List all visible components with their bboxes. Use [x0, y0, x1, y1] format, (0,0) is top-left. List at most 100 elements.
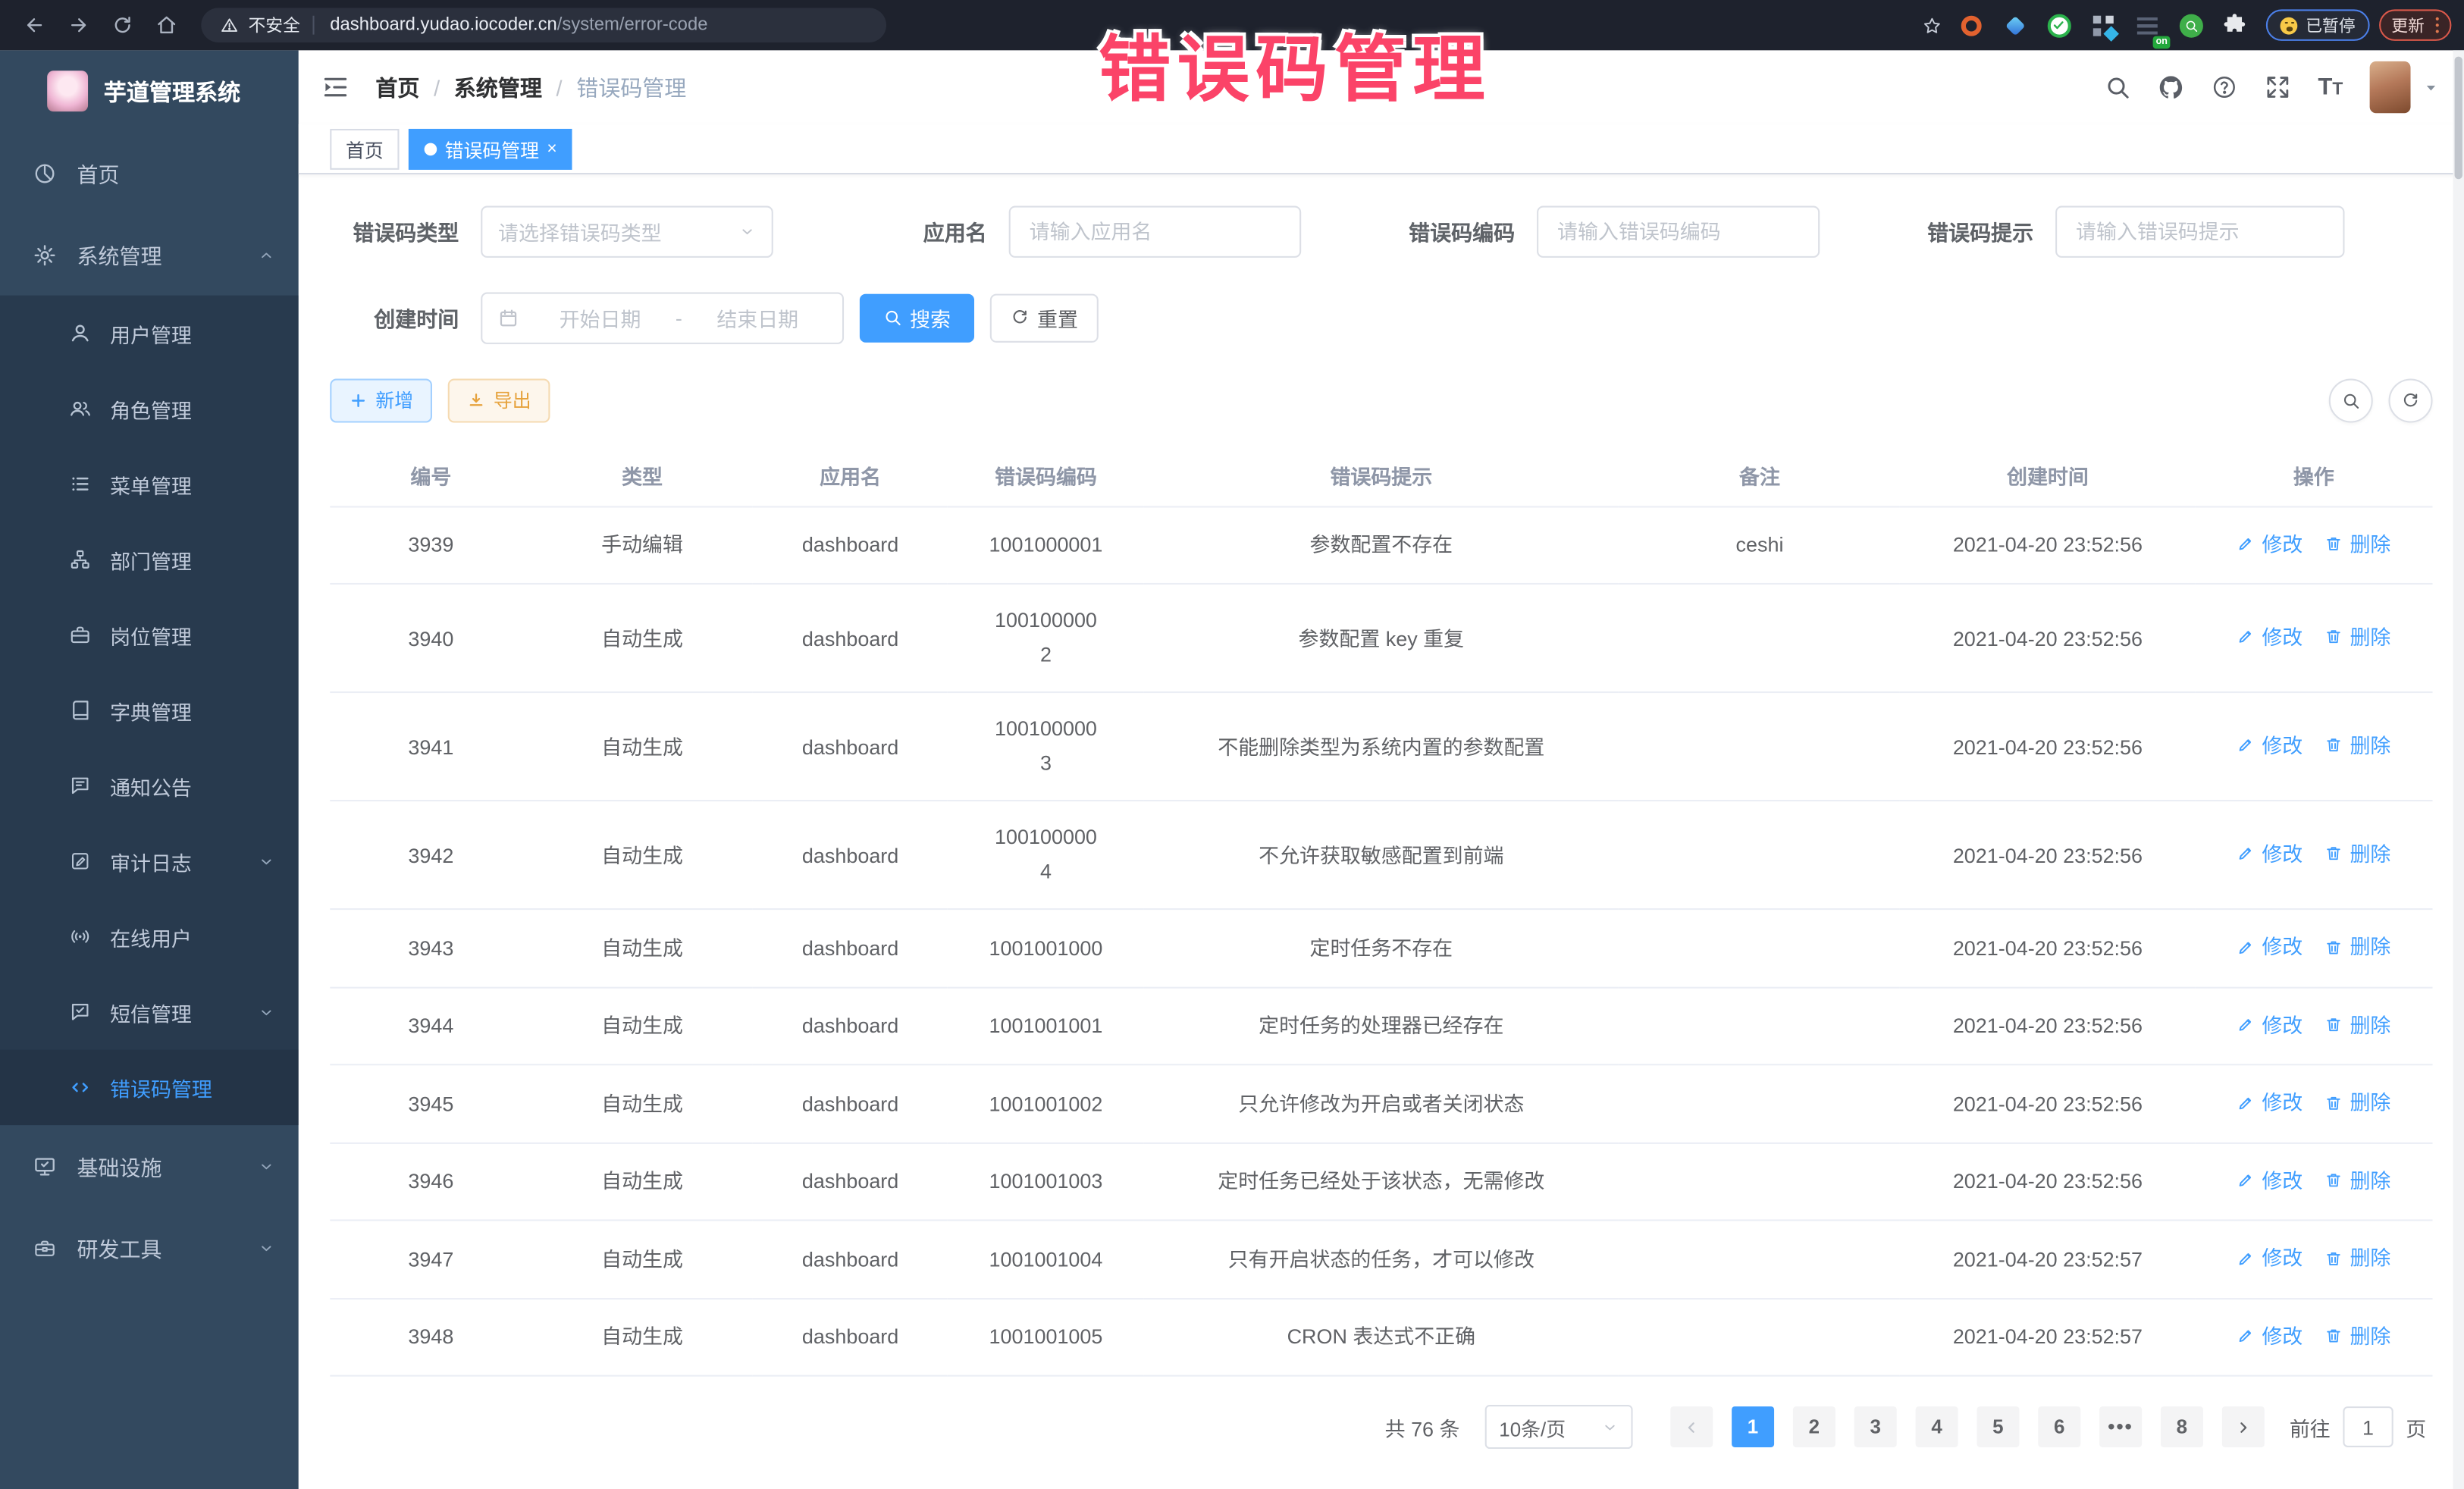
error-type-select[interactable]: 请选择错误码类型: [481, 205, 773, 256]
browser-back-button[interactable]: [16, 6, 54, 44]
bookmark-star-button[interactable]: [1914, 8, 1949, 42]
delete-link[interactable]: 删除: [2324, 525, 2390, 562]
sidebar-item-dict[interactable]: 字典管理: [0, 672, 299, 748]
refresh-table-button[interactable]: [2389, 378, 2433, 422]
browser-forward-button[interactable]: [60, 6, 98, 44]
scrollbar-thumb[interactable]: [2455, 57, 2462, 180]
add-button[interactable]: 新增: [330, 378, 432, 422]
scrollbar-track[interactable]: [2453, 50, 2464, 1489]
user-avatar[interactable]: [2370, 61, 2411, 113]
page-button-3[interactable]: 3: [1854, 1406, 1897, 1447]
cell-actions: 修改删除: [2195, 1143, 2432, 1221]
page-button-4[interactable]: 4: [1916, 1406, 1958, 1447]
extension-orange-ring[interactable]: [1954, 8, 1989, 42]
breadcrumb-system[interactable]: 系统管理: [454, 71, 542, 102]
sidebar-item-menu[interactable]: 菜单管理: [0, 447, 299, 522]
edit-link[interactable]: 修改: [2237, 1240, 2303, 1276]
edit-link[interactable]: 修改: [2237, 1007, 2303, 1043]
extensions-puzzle-button[interactable]: [2218, 8, 2252, 42]
edit-link[interactable]: 修改: [2237, 929, 2303, 965]
date-range-picker[interactable]: 开始日期 - 结束日期: [481, 291, 844, 343]
sidebar-item-notice[interactable]: 通知公告: [0, 748, 299, 823]
error-msg-label: 错误码提示: [1904, 215, 2055, 246]
app-logo[interactable]: 芋道管理系统: [0, 50, 299, 132]
header-search-button[interactable]: [2090, 61, 2143, 114]
sidebar-item-dept[interactable]: 部门管理: [0, 522, 299, 597]
page-ellipsis[interactable]: •••: [2099, 1406, 2142, 1447]
page-button-5[interactable]: 5: [1977, 1406, 2019, 1447]
page-button-2[interactable]: 2: [1793, 1406, 1835, 1447]
github-link[interactable]: [2143, 61, 2196, 114]
delete-link[interactable]: 删除: [2324, 1007, 2390, 1043]
sidebar-item-auditlog[interactable]: 审计日志: [0, 823, 299, 898]
sidebar-item-devtools[interactable]: 研发工具: [0, 1207, 299, 1289]
error-msg-input[interactable]: [2055, 205, 2344, 256]
browser-reload-button[interactable]: [104, 6, 142, 44]
delete-link[interactable]: 删除: [2324, 1318, 2390, 1354]
fullscreen-button[interactable]: [2250, 61, 2303, 114]
cell-remark: [1619, 909, 1901, 987]
reset-button[interactable]: 重置: [990, 293, 1099, 342]
delete-link[interactable]: 删除: [2324, 1084, 2390, 1121]
edit-link[interactable]: 修改: [2237, 727, 2303, 763]
emoji-face-icon: [2281, 17, 2298, 34]
address-bar[interactable]: 不安全 dashboard.yudao.iocoder.cn/system/er…: [201, 8, 886, 42]
sidebar-item-online[interactable]: 在线用户: [0, 899, 299, 974]
cell-actions: 修改删除: [2195, 1220, 2432, 1298]
page-size-select[interactable]: 10条/页: [1485, 1405, 1633, 1449]
delete-link[interactable]: 删除: [2324, 835, 2390, 872]
prev-page-button[interactable]: [1670, 1406, 1713, 1447]
page-button-8[interactable]: 8: [2161, 1406, 2203, 1447]
edit-link[interactable]: 修改: [2237, 1318, 2303, 1354]
help-button[interactable]: [2197, 61, 2250, 114]
edit-link[interactable]: 修改: [2237, 835, 2303, 872]
extension-blue-gem[interactable]: [1998, 8, 2033, 42]
edit-link[interactable]: 修改: [2237, 1162, 2303, 1199]
app-name-input[interactable]: [1009, 205, 1302, 256]
tab-error-code[interactable]: 错误码管理 ×: [409, 129, 573, 170]
delete-link[interactable]: 删除: [2324, 929, 2390, 965]
next-page-button[interactable]: [2222, 1406, 2265, 1447]
extension-green-circle[interactable]: [2042, 8, 2077, 42]
page-button-1[interactable]: 1: [1732, 1406, 1774, 1447]
calendar-icon: [498, 307, 519, 328]
sidebar-item-label: 研发工具: [77, 1232, 162, 1263]
sidebar-item-sms[interactable]: 短信管理: [0, 974, 299, 1049]
extension-proxy[interactable]: on: [2130, 8, 2165, 42]
tab-home[interactable]: 首页: [330, 129, 399, 170]
font-size-button[interactable]: TT: [2304, 61, 2357, 114]
browser-update-button[interactable]: 更新: [2379, 9, 2452, 40]
sidebar-item-infra[interactable]: 基础设施: [0, 1125, 299, 1207]
delete-link[interactable]: 删除: [2324, 1240, 2390, 1276]
browser-home-button[interactable]: [148, 6, 186, 44]
delete-link[interactable]: 删除: [2324, 619, 2390, 655]
tab-close-icon[interactable]: ×: [547, 141, 556, 158]
edit-link[interactable]: 修改: [2237, 1084, 2303, 1121]
sidebar-item-post[interactable]: 岗位管理: [0, 597, 299, 672]
extension-green-search[interactable]: [2174, 8, 2209, 42]
search-button[interactable]: 搜索: [860, 293, 974, 342]
extension-grid[interactable]: [2086, 8, 2121, 42]
sidebar-item-role[interactable]: 角色管理: [0, 371, 299, 446]
export-button[interactable]: 导出: [448, 378, 550, 422]
edit-link[interactable]: 修改: [2237, 525, 2303, 562]
code-icon: [69, 1077, 91, 1099]
paused-profile-badge[interactable]: 已暂停: [2266, 9, 2369, 40]
sidebar-item-system[interactable]: 系统管理: [0, 214, 299, 296]
page-button-6[interactable]: 6: [2038, 1406, 2080, 1447]
caret-down-icon[interactable]: [2423, 80, 2439, 96]
delete-link[interactable]: 删除: [2324, 727, 2390, 763]
cell-actions: 修改删除: [2195, 1064, 2432, 1143]
toggle-search-button[interactable]: [2329, 378, 2373, 422]
sidebar-toggle-icon[interactable]: [321, 73, 350, 102]
edit-icon: [2237, 628, 2256, 647]
delete-link[interactable]: 删除: [2324, 1162, 2390, 1199]
breadcrumb: 首页 / 系统管理 / 错误码管理: [375, 71, 686, 102]
error-code-input[interactable]: [1537, 205, 1820, 256]
sidebar-item-errorcode[interactable]: 错误码管理: [0, 1050, 299, 1125]
goto-page-input[interactable]: [2343, 1406, 2393, 1447]
edit-link[interactable]: 修改: [2237, 619, 2303, 655]
sidebar-item-user[interactable]: 用户管理: [0, 296, 299, 371]
sidebar-item-home[interactable]: 首页: [0, 132, 299, 214]
breadcrumb-home[interactable]: 首页: [375, 71, 419, 102]
